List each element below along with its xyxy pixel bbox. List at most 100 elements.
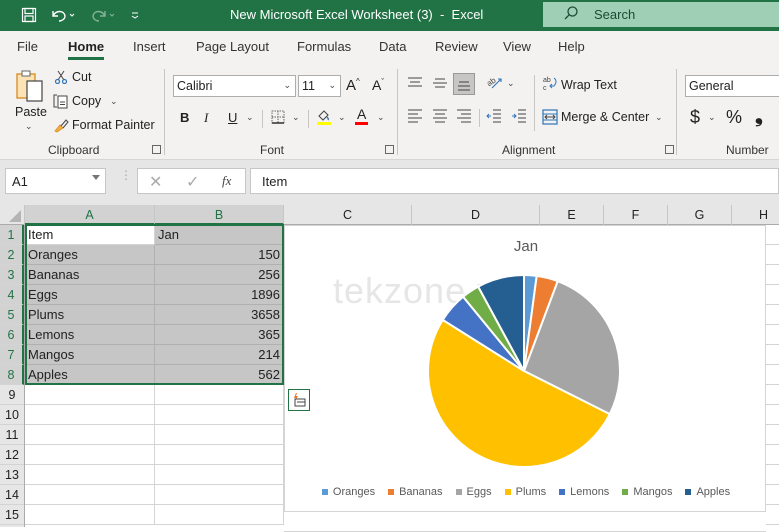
- cell-b11[interactable]: [155, 425, 284, 445]
- column-header-h[interactable]: H: [732, 205, 779, 225]
- tab-data[interactable]: Data: [379, 39, 406, 54]
- tab-review[interactable]: Review: [435, 39, 478, 54]
- cell-b4[interactable]: 1896: [155, 285, 284, 305]
- name-box-dropdown-icon[interactable]: [92, 175, 100, 180]
- pie-chart[interactable]: Jan tekzone.vn Oranges Bananas Eggs Plums Le…: [284, 225, 766, 512]
- insert-function-icon[interactable]: fx: [222, 173, 231, 189]
- cell-h10[interactable]: [766, 405, 779, 425]
- cell-h15[interactable]: [766, 505, 779, 525]
- column-header-f[interactable]: F: [604, 205, 668, 225]
- decrease-font-size-button[interactable]: Aˇ: [372, 77, 384, 93]
- cell-a8[interactable]: Apples: [25, 365, 155, 385]
- copy-button[interactable]: Copy: [72, 94, 101, 108]
- redo-icon[interactable]: [88, 4, 118, 26]
- legend-item[interactable]: Lemons: [559, 486, 609, 498]
- row-header-5[interactable]: 5: [0, 305, 24, 325]
- column-header-d[interactable]: D: [412, 205, 540, 225]
- top-align-icon[interactable]: [407, 76, 423, 93]
- font-launcher-icon[interactable]: [385, 145, 394, 154]
- save-icon[interactable]: [18, 4, 40, 26]
- select-all-button[interactable]: [0, 205, 25, 225]
- name-box[interactable]: A1: [5, 168, 106, 194]
- tab-help[interactable]: Help: [558, 39, 585, 54]
- cell-a6[interactable]: Lemons: [25, 325, 155, 345]
- row-header-2[interactable]: 2: [0, 245, 24, 265]
- cell-a10[interactable]: [25, 405, 155, 425]
- fill-color-icon[interactable]: [316, 108, 332, 129]
- bottom-align-icon[interactable]: [453, 73, 475, 95]
- cell-c16[interactable]: [284, 512, 766, 532]
- column-header-e[interactable]: E: [540, 205, 604, 225]
- undo-icon[interactable]: [48, 4, 78, 26]
- cell-h7[interactable]: [766, 345, 779, 365]
- legend-item[interactable]: Mangos: [622, 486, 672, 498]
- wrap-text-button[interactable]: Wrap Text: [561, 78, 617, 92]
- row-header-10[interactable]: 10: [0, 405, 24, 425]
- column-header-g[interactable]: G: [668, 205, 732, 225]
- row-header-4[interactable]: 4: [0, 285, 24, 305]
- cell-b2[interactable]: 150: [155, 245, 284, 265]
- cell-b1[interactable]: Jan: [155, 225, 284, 245]
- cell-b5[interactable]: 3658: [155, 305, 284, 325]
- cell-b7[interactable]: 214: [155, 345, 284, 365]
- tab-insert[interactable]: Insert: [133, 39, 166, 54]
- cell-h5[interactable]: [766, 305, 779, 325]
- underline-button[interactable]: U: [228, 110, 237, 125]
- cell-b15[interactable]: [155, 505, 284, 525]
- cell-b9[interactable]: [155, 385, 284, 405]
- currency-button[interactable]: $: [690, 107, 700, 128]
- clipboard-launcher-icon[interactable]: [152, 145, 161, 154]
- align-left-icon[interactable]: [407, 109, 423, 126]
- fill-color-dropdown-icon[interactable]: ⌄: [338, 112, 346, 123]
- row-header-14[interactable]: 14: [0, 485, 24, 505]
- row-header-11[interactable]: 11: [0, 425, 24, 445]
- enter-icon[interactable]: ✓: [186, 172, 199, 192]
- cell-h11[interactable]: [766, 425, 779, 445]
- alignment-launcher-icon[interactable]: [665, 145, 674, 154]
- cell-h8[interactable]: [766, 365, 779, 385]
- cell-h12[interactable]: [766, 445, 779, 465]
- row-header-15[interactable]: 15: [0, 505, 24, 525]
- cell-a1[interactable]: Item: [25, 225, 155, 245]
- cell-h4[interactable]: [766, 285, 779, 305]
- row-header-9[interactable]: 9: [0, 385, 24, 405]
- cell-b6[interactable]: 365: [155, 325, 284, 345]
- cell-a13[interactable]: [25, 465, 155, 485]
- cell-h9[interactable]: [766, 385, 779, 405]
- font-color-button[interactable]: A: [355, 107, 369, 125]
- decrease-indent-icon[interactable]: [486, 109, 502, 126]
- cell-a11[interactable]: [25, 425, 155, 445]
- merge-center-button[interactable]: Merge & Center: [561, 110, 649, 124]
- row-header-7[interactable]: 7: [0, 345, 24, 365]
- legend-item[interactable]: Apples: [685, 486, 730, 498]
- cell-h1[interactable]: [766, 225, 779, 245]
- orientation-dropdown-icon[interactable]: ⌄: [507, 78, 515, 89]
- cell-h6[interactable]: [766, 325, 779, 345]
- legend-item[interactable]: Bananas: [388, 486, 443, 498]
- legend-item[interactable]: Oranges: [321, 486, 375, 498]
- number-format-dropdown[interactable]: General: [685, 75, 779, 97]
- increase-indent-icon[interactable]: [511, 109, 527, 126]
- middle-align-icon[interactable]: [432, 76, 448, 93]
- legend-item[interactable]: Eggs: [455, 486, 492, 498]
- paste-dropdown-icon[interactable]: ⌄: [25, 121, 33, 132]
- cell-b10[interactable]: [155, 405, 284, 425]
- column-header-b[interactable]: B: [155, 205, 284, 225]
- cell-a4[interactable]: Eggs: [25, 285, 155, 305]
- cell-a12[interactable]: [25, 445, 155, 465]
- increase-font-size-button[interactable]: A^: [346, 77, 360, 94]
- cell-a7[interactable]: Mangos: [25, 345, 155, 365]
- row-header-6[interactable]: 6: [0, 325, 24, 345]
- row-header-3[interactable]: 3: [0, 265, 24, 285]
- paste-icon[interactable]: [14, 69, 46, 105]
- cut-button[interactable]: Cut: [72, 70, 91, 84]
- font-name-dropdown[interactable]: Calibri ⌄: [173, 75, 296, 97]
- cell-a14[interactable]: [25, 485, 155, 505]
- column-header-a[interactable]: A: [25, 205, 155, 225]
- percent-button[interactable]: %: [726, 107, 742, 128]
- column-header-c[interactable]: C: [284, 205, 412, 225]
- row-header-13[interactable]: 13: [0, 465, 24, 485]
- cell-a5[interactable]: Plums: [25, 305, 155, 325]
- align-center-icon[interactable]: [432, 109, 448, 126]
- row-header-8[interactable]: 8: [0, 365, 24, 385]
